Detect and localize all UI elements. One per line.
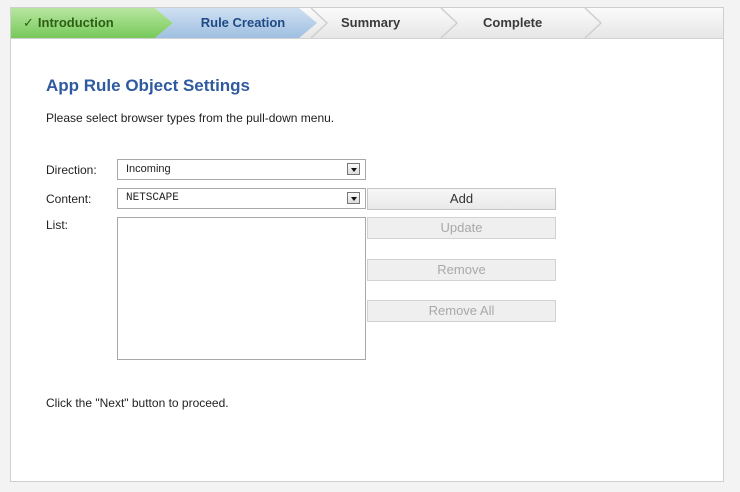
remove-all-button[interactable]: Remove All bbox=[367, 300, 556, 322]
step-separator-icon bbox=[584, 8, 603, 38]
content-value: NETSCAPE bbox=[126, 192, 179, 204]
step-label: Rule Creation bbox=[200, 15, 286, 30]
step-complete: Complete bbox=[483, 8, 542, 38]
add-button[interactable]: Add bbox=[367, 188, 556, 210]
direction-select[interactable]: Incoming bbox=[117, 159, 366, 180]
remove-button[interactable]: Remove bbox=[367, 259, 556, 281]
dropdown-arrow-icon[interactable] bbox=[347, 163, 360, 175]
instruction-text: Please select browser types from the pul… bbox=[46, 111, 335, 125]
update-button[interactable]: Update bbox=[367, 217, 556, 239]
check-icon: ✓ bbox=[23, 15, 34, 30]
wizard-panel: ✓ Introduction Rule Creation Summary Comp… bbox=[10, 7, 724, 482]
step-label: Summary bbox=[341, 15, 401, 30]
footer-hint: Click the "Next" button to proceed. bbox=[46, 396, 229, 410]
step-summary: Summary bbox=[341, 8, 400, 38]
list-label: List: bbox=[46, 218, 69, 232]
page-title: App Rule Object Settings bbox=[46, 76, 251, 95]
content-label: Content: bbox=[46, 192, 92, 206]
step-introduction: ✓ Introduction bbox=[11, 8, 173, 38]
direction-value: Incoming bbox=[126, 163, 171, 175]
step-separator-icon bbox=[440, 8, 459, 38]
dropdown-arrow-icon[interactable] bbox=[347, 192, 360, 204]
list-box[interactable] bbox=[117, 217, 366, 360]
step-rule-creation: Rule Creation bbox=[155, 8, 317, 38]
step-label: Complete bbox=[483, 15, 543, 30]
step-separator-icon bbox=[310, 8, 329, 38]
wizard-steps-bar: ✓ Introduction Rule Creation Summary Comp… bbox=[11, 8, 723, 39]
content-select[interactable]: NETSCAPE bbox=[117, 188, 366, 209]
step-label: Introduction bbox=[37, 15, 114, 30]
direction-label: Direction: bbox=[46, 163, 97, 177]
